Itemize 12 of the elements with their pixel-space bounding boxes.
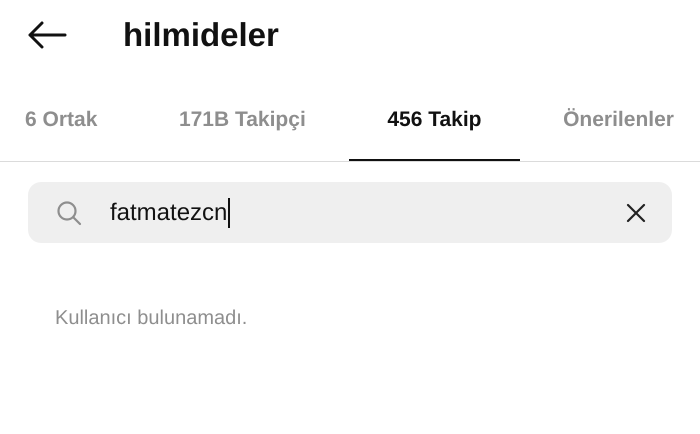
tab[interactable]: Önerilenler	[525, 82, 700, 161]
profile-username: hilmideler	[123, 16, 279, 54]
tab[interactable]: 6 Ortak	[0, 82, 136, 161]
search-field[interactable]: fatmatezcn	[28, 182, 672, 243]
back-arrow-icon[interactable]	[27, 21, 67, 49]
tab[interactable]: 171B Takipçi	[140, 82, 344, 161]
close-icon[interactable]	[626, 202, 646, 222]
search-icon	[56, 200, 82, 226]
tab[interactable]: 456 Takip	[349, 82, 520, 161]
search-text: fatmatezcn	[110, 198, 228, 226]
empty-result-message: Kullanıcı bulunamadı.	[55, 307, 248, 330]
text-cursor	[228, 198, 230, 228]
